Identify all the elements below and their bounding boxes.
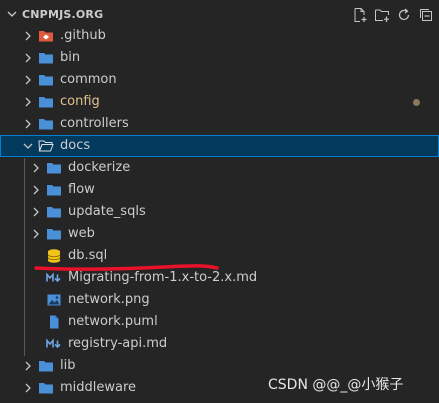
chevron-down-icon[interactable] [6,8,18,20]
chevron-right-icon[interactable] [22,382,34,394]
explorer-section-title[interactable]: CNPMJS.ORG [22,8,103,21]
indent-guide [24,158,25,356]
tree-item-label: registry-api.md [68,336,168,351]
tree-item-config[interactable]: config [0,91,439,113]
folder-icon [46,182,62,198]
tree-item-dockerize[interactable]: dockerize [0,157,439,179]
chevron-right-icon[interactable] [22,118,34,130]
tree-item-common[interactable]: common [0,69,439,91]
database-icon [46,248,62,264]
chevron-right-icon[interactable] [22,96,34,108]
refresh-icon[interactable] [394,5,413,24]
folder-icon [38,94,54,110]
folder-icon [38,116,54,132]
tree-item-label: update_sqls [68,204,146,219]
new-file-icon[interactable] [350,5,369,24]
tree-item-label: dockerize [68,160,131,175]
tree-item-label: flow [68,182,95,197]
tree-item-network-puml[interactable]: network.puml [0,311,439,333]
github-folder-icon [38,28,54,44]
tree-item-label: common [60,72,117,87]
watermark-text: CSDN @@_@小猴子 [268,377,404,393]
tree-item-web[interactable]: web [0,223,439,245]
folder-icon [46,204,62,220]
folder-icon [46,226,62,242]
folder-icon [38,358,54,374]
modified-indicator [413,99,420,106]
chevron-right-icon[interactable] [30,228,42,240]
tree-item-flow[interactable]: flow [0,179,439,201]
tree-item-network-png[interactable]: network.png [0,289,439,311]
file-tree: .github bin common config controllers docs doc… [0,25,439,399]
tree-item-label: middleware [60,380,137,395]
tree-item-label: docs [60,138,91,153]
chevron-right-icon[interactable] [30,206,42,218]
new-folder-icon[interactable] [372,5,391,24]
tree-item-controllers[interactable]: controllers [0,113,439,135]
folder-icon [38,380,54,396]
tree-item-registry-api-md[interactable]: registry-api.md [0,333,439,355]
collapse-all-icon[interactable] [416,5,435,24]
explorer-actions [350,5,435,24]
markdown-icon [46,336,62,352]
tree-item-label: config [60,94,100,109]
tree-item-label: db.sql [68,248,108,263]
image-icon [46,292,62,308]
file-icon [46,314,62,330]
tree-item-label: bin [60,50,81,65]
tree-item-label: controllers [60,116,129,131]
folder-icon [46,160,62,176]
chevron-right-icon[interactable] [22,360,34,372]
chevron-right-icon[interactable] [30,184,42,196]
tree-item-docs[interactable]: docs [0,135,439,157]
tree-item-update-sqls[interactable]: update_sqls [0,201,439,223]
tree-item-label: web [68,226,95,241]
chevron-right-icon[interactable] [22,74,34,86]
chevron-right-icon[interactable] [22,30,34,42]
folder-open-icon [38,138,54,154]
tree-item-label: network.puml [68,314,158,329]
folder-icon [38,50,54,66]
chevron-right-icon[interactable] [22,52,34,64]
tree-item-github[interactable]: .github [0,25,439,47]
tree-item-bin[interactable]: bin [0,47,439,69]
chevron-right-icon[interactable] [30,162,42,174]
folder-icon [38,72,54,88]
red-annotation-underline [34,264,219,271]
chevron-down-icon[interactable] [22,140,34,152]
tree-item-label: .github [60,28,106,43]
tree-item-label: lib [60,358,76,373]
tree-item-label: network.png [68,292,150,307]
